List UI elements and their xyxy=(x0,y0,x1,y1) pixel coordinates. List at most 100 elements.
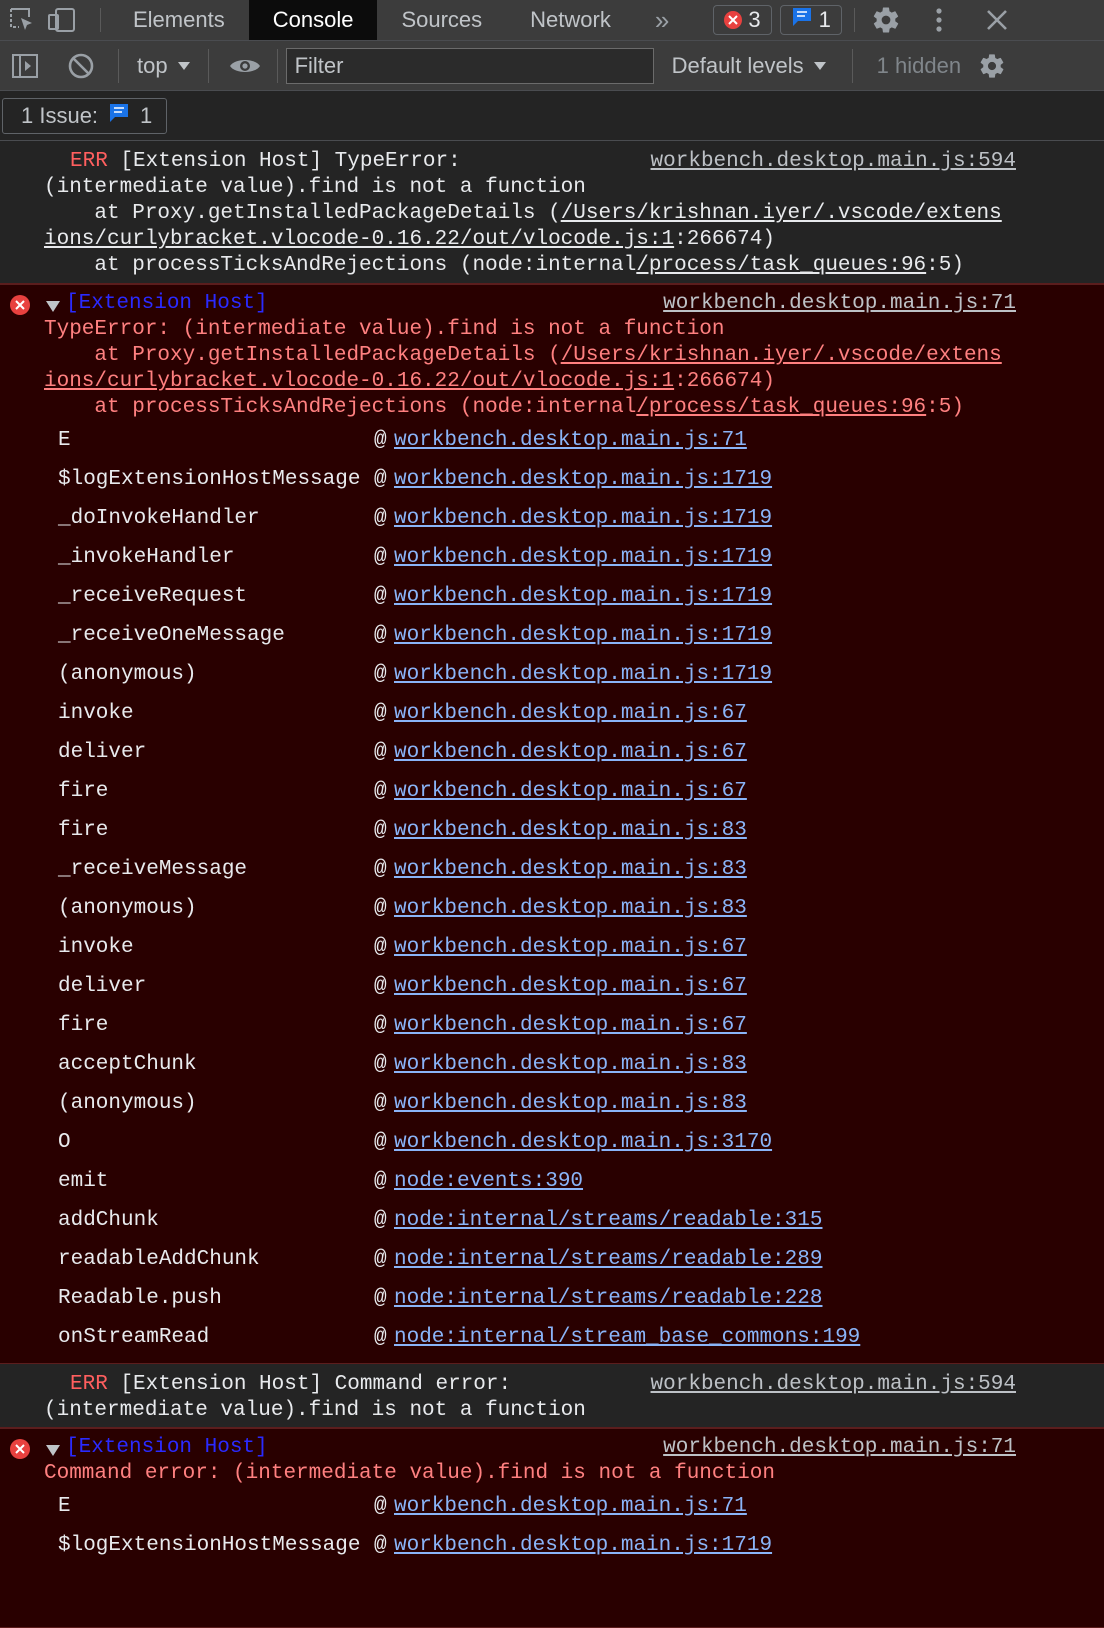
frame-source-link[interactable]: workbench.desktop.main.js:67 xyxy=(394,928,747,967)
at-symbol: @ xyxy=(374,741,387,764)
frame-function-name: addChunk xyxy=(58,1209,159,1232)
frame-source-link[interactable]: workbench.desktop.main.js:1719 xyxy=(394,1526,772,1565)
error-message-line: TypeError: (intermediate value).find is … xyxy=(44,318,725,341)
message-text: [Extension Host] Command error: xyxy=(107,1373,512,1396)
kebab-menu-icon[interactable] xyxy=(911,0,967,40)
file-link[interactable]: /Users/krishnan.iyer/.vscode/extens xyxy=(561,202,1002,225)
frame-source-link[interactable]: workbench.desktop.main.js:83 xyxy=(394,1084,747,1123)
sidebar-toggle-icon[interactable] xyxy=(0,41,50,91)
frame-source-link[interactable]: workbench.desktop.main.js:3170 xyxy=(394,1123,772,1162)
frame-source-link[interactable]: workbench.desktop.main.js:1719 xyxy=(394,499,772,538)
frame-source-link[interactable]: workbench.desktop.main.js:67 xyxy=(394,694,747,733)
close-icon[interactable] xyxy=(967,0,1027,40)
at-symbol: @ xyxy=(374,1326,387,1349)
at-symbol: @ xyxy=(374,1534,387,1557)
inspect-element-icon[interactable] xyxy=(0,0,44,40)
frame-source-link[interactable]: workbench.desktop.main.js:67 xyxy=(394,1006,747,1045)
hidden-count[interactable]: 1 hidden xyxy=(877,53,961,79)
at-symbol: @ xyxy=(374,780,387,803)
message-counter[interactable]: 1 xyxy=(779,5,842,35)
frame-source-link[interactable]: node:internal/streams/readable:315 xyxy=(394,1201,822,1240)
chevron-down-icon xyxy=(177,61,190,70)
frame-source-link[interactable]: workbench.desktop.main.js:67 xyxy=(394,733,747,772)
stack-frame-row: _invokeHandler @ workbench.desktop.main.js… xyxy=(58,538,860,577)
frame-function-name: _doInvokeHandler xyxy=(58,507,260,530)
frame-function-name: readableAddChunk xyxy=(58,1248,260,1271)
clear-console-icon[interactable] xyxy=(50,41,112,91)
at-symbol: @ xyxy=(374,507,387,530)
stack-frame-row: fire @ workbench.desktop.main.js:83 xyxy=(58,811,860,850)
frame-source-link[interactable]: workbench.desktop.main.js:1719 xyxy=(394,460,772,499)
error-counter[interactable]: 3 xyxy=(713,5,772,35)
file-link[interactable]: /process/task_queues:96 xyxy=(636,254,926,277)
frame-function-name: (anonymous) xyxy=(58,1092,197,1115)
stack-text: at processTicksAndRejections (node:inter… xyxy=(44,396,637,419)
frame-function-name: emit xyxy=(58,1170,109,1193)
frame-source-link[interactable]: node:internal/streams/readable:228 xyxy=(394,1279,822,1318)
stack-frame-row: emit @ node:events:390 xyxy=(58,1162,860,1201)
stack-line: at Proxy.getInstalledPackageDetails (/Us… xyxy=(44,343,1002,369)
context-selector[interactable]: top xyxy=(137,53,190,79)
frame-source-link[interactable]: node:events:390 xyxy=(394,1162,583,1201)
stack-frame-row: Readable.push @ node:internal/streams/read… xyxy=(58,1279,860,1318)
frame-source-link[interactable]: workbench.desktop.main.js:71 xyxy=(394,1487,747,1526)
frame-source-link[interactable]: node:internal/streams/readable:289 xyxy=(394,1240,822,1279)
tab-network[interactable]: Network xyxy=(506,0,635,40)
settings-gear-icon[interactable] xyxy=(861,0,911,40)
tab-console[interactable]: Console xyxy=(248,0,378,40)
source-link[interactable]: workbench.desktop.main.js:594 xyxy=(651,149,1016,175)
frame-source-link[interactable]: workbench.desktop.main.js:83 xyxy=(394,1045,747,1084)
frame-source-link[interactable]: node:internal/stream_base_commons:199 xyxy=(394,1318,860,1357)
message-count: 1 xyxy=(818,7,831,32)
filter-input[interactable] xyxy=(285,47,654,84)
frame-source-link[interactable]: workbench.desktop.main.js:67 xyxy=(394,967,747,1006)
frame-source-link[interactable]: workbench.desktop.main.js:71 xyxy=(394,421,747,460)
expand-triangle-icon[interactable] xyxy=(46,1445,60,1456)
file-link[interactable]: ions/curlybracket.vlocode-0.16.22/out/vl… xyxy=(44,370,674,393)
message-line: (intermediate value).find is not a funct… xyxy=(44,176,586,199)
err-label: ERR xyxy=(70,150,108,173)
frame-source-link[interactable]: workbench.desktop.main.js:83 xyxy=(394,850,747,889)
extension-host-prefix: [Extension Host] xyxy=(66,1436,268,1459)
stack-frame-row: _receiveOneMessage @ workbench.desktop.mai… xyxy=(58,616,860,655)
frame-function-name: E xyxy=(58,429,71,452)
stack-frame-row: E @ workbench.desktop.main.js:71 xyxy=(58,1487,772,1526)
frame-source-link[interactable]: workbench.desktop.main.js:83 xyxy=(394,811,747,850)
file-link[interactable]: ions/curlybracket.vlocode-0.16.22/out/vl… xyxy=(44,228,674,251)
devtools-tab-bar: Elements Console Sources Network » 3 1 xyxy=(0,0,1104,41)
stack-frame-row: fire @ workbench.desktop.main.js:67 xyxy=(58,1006,860,1045)
frame-source-link[interactable]: workbench.desktop.main.js:1719 xyxy=(394,538,772,577)
file-link[interactable]: /process/task_queues:96 xyxy=(636,396,926,419)
frame-source-link[interactable]: workbench.desktop.main.js:1719 xyxy=(394,655,772,694)
stack-frame-row: deliver @ workbench.desktop.main.js:67 xyxy=(58,967,860,1006)
divider xyxy=(276,48,278,83)
source-link[interactable]: workbench.desktop.main.js:71 xyxy=(663,291,1016,317)
issues-button[interactable]: 1 Issue: 1 xyxy=(2,97,168,134)
issues-count: 1 xyxy=(140,102,153,128)
frame-source-link[interactable]: workbench.desktop.main.js:1719 xyxy=(394,616,772,655)
stack-frame-row: invoke @ workbench.desktop.main.js:67 xyxy=(58,928,860,967)
console-message: ERR [Extension Host] TypeError: workbenc… xyxy=(0,141,1104,284)
device-toolbar-icon[interactable] xyxy=(44,0,80,40)
console-settings-gear-icon[interactable] xyxy=(969,41,1015,91)
tab-elements[interactable]: Elements xyxy=(107,0,249,40)
stack-text: :266674) xyxy=(674,370,775,393)
tab-sources[interactable]: Sources xyxy=(377,0,506,40)
frame-source-link[interactable]: workbench.desktop.main.js:67 xyxy=(394,772,747,811)
live-expression-eye-icon[interactable] xyxy=(227,41,263,91)
frame-function-name: Readable.push xyxy=(58,1287,222,1310)
file-link[interactable]: /Users/krishnan.iyer/.vscode/extens xyxy=(561,344,1002,367)
log-levels-dropdown[interactable]: Default levels xyxy=(672,53,826,79)
console-toolbar: top Default levels 1 hidden xyxy=(0,41,1104,91)
source-link[interactable]: workbench.desktop.main.js:594 xyxy=(651,1372,1016,1398)
stack-frame-row: $logExtensionHostMessage @ workbench.deskt… xyxy=(58,460,860,499)
source-link[interactable]: workbench.desktop.main.js:71 xyxy=(663,1435,1016,1461)
frame-function-name: deliver xyxy=(58,975,147,998)
error-icon xyxy=(10,1439,30,1459)
divider xyxy=(100,8,101,32)
more-tabs-button[interactable]: » xyxy=(635,0,689,40)
expand-triangle-icon[interactable] xyxy=(46,301,60,312)
at-symbol: @ xyxy=(374,468,387,491)
frame-source-link[interactable]: workbench.desktop.main.js:1719 xyxy=(394,577,772,616)
frame-source-link[interactable]: workbench.desktop.main.js:83 xyxy=(394,889,747,928)
